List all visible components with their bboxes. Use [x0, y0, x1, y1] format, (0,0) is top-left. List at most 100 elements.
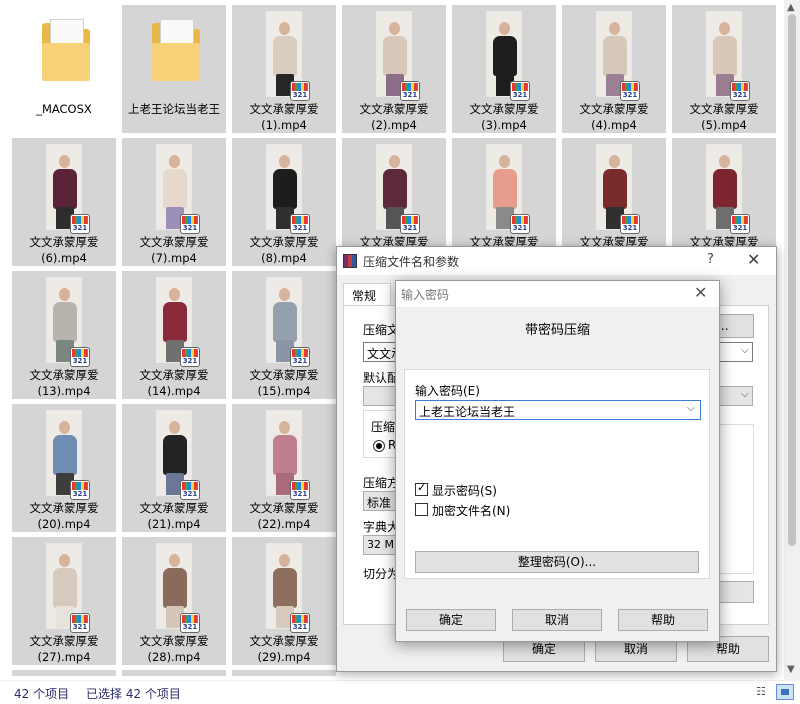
- file-name: 文文承蒙厚爱(13).mp4: [29, 368, 99, 398]
- file-name: 文文承蒙厚爱(1).mp4: [249, 102, 319, 132]
- video-file-tile[interactable]: 321 文文承蒙厚爱(14).mp4: [122, 271, 226, 399]
- video-file-tile[interactable]: 321 文文承蒙厚爱(29).mp4: [232, 537, 336, 665]
- media-player-icon: 321: [400, 214, 420, 234]
- video-file-tile[interactable]: 321 文文承蒙厚爱(13).mp4: [12, 271, 116, 399]
- media-player-icon: 321: [70, 480, 90, 500]
- media-player-icon: 321: [620, 214, 640, 234]
- close-icon[interactable]: ✕: [747, 250, 760, 269]
- close-icon[interactable]: ✕: [694, 283, 707, 302]
- video-file-tile[interactable]: 321 文文承蒙厚爱(1).mp4: [232, 5, 336, 133]
- media-player-icon: 321: [510, 81, 530, 101]
- folder-icon: [152, 19, 200, 81]
- file-name: _MACOSX: [36, 102, 92, 116]
- file-name: 文文承蒙厚爱(14).mp4: [139, 368, 209, 398]
- file-name: 文文承蒙厚爱(22).mp4: [249, 501, 319, 531]
- media-player-icon: 321: [510, 214, 530, 234]
- media-player-icon: 321: [290, 480, 310, 500]
- file-name: 文文承蒙厚爱(28).mp4: [139, 634, 209, 664]
- video-file-tile[interactable]: 321 文文承蒙厚爱(3).mp4: [452, 5, 556, 133]
- method-label: 压缩方: [363, 476, 400, 490]
- video-file-tile[interactable]: 321 文文承蒙厚爱(22).mp4: [232, 404, 336, 532]
- folder-icon: [42, 19, 90, 81]
- file-name: 文文承蒙厚爱(7).mp4: [139, 235, 209, 265]
- video-file-tile[interactable]: 321 文文承蒙厚爱(2).mp4: [342, 5, 446, 133]
- file-name: 文文承蒙厚爱(2).mp4: [359, 102, 429, 132]
- password-dialog: 输入密码 ✕ 带密码压缩 输入密码(E) 上老王论坛当老王 ⌵ ✓ 显示密码(S…: [395, 280, 720, 642]
- large-icons-view-icon[interactable]: [776, 684, 794, 700]
- media-player-icon: 321: [180, 347, 200, 367]
- cancel-button[interactable]: 取消: [512, 609, 602, 631]
- winrar-icon: [343, 254, 357, 268]
- media-player-icon: 321: [620, 81, 640, 101]
- chevron-down-icon[interactable]: ⌵: [741, 389, 749, 400]
- scrollbar-thumb[interactable]: [788, 14, 796, 546]
- video-file-tile[interactable]: 321 文文承蒙厚爱(8).mp4: [232, 138, 336, 266]
- password-input[interactable]: 上老王论坛当老王: [415, 400, 701, 420]
- file-name: 文文承蒙厚爱(15).mp4: [249, 368, 319, 398]
- show-password-label: 显示密码(S): [432, 484, 497, 498]
- media-player-icon: 321: [290, 613, 310, 633]
- password-value: 上老王论坛当老王: [419, 405, 516, 419]
- file-name: 文文承蒙厚爱(21).mp4: [139, 501, 209, 531]
- file-name: 文文承蒙厚爱(6).mp4: [29, 235, 99, 265]
- video-file-tile[interactable]: 321 文文承蒙厚爱(27).mp4: [12, 537, 116, 665]
- media-player-icon: 321: [290, 214, 310, 234]
- video-file-tile[interactable]: 321 文文承蒙厚爱(20).mp4: [12, 404, 116, 532]
- password-dialog-heading: 带密码压缩: [524, 323, 590, 338]
- file-name: 文文承蒙厚爱(20).mp4: [29, 501, 99, 531]
- password-dialog-title: 输入密码: [401, 288, 450, 302]
- method-value: 标准: [367, 496, 392, 510]
- media-player-icon: 321: [70, 347, 90, 367]
- scroll-up-icon[interactable]: ▲: [787, 2, 795, 13]
- file-name: 文文承蒙厚爱(29).mp4: [249, 634, 319, 664]
- video-file-tile[interactable]: 321 文文承蒙厚爱(21).mp4: [122, 404, 226, 532]
- media-player-icon: 321: [400, 81, 420, 101]
- encrypt-filenames-checkbox[interactable]: [415, 503, 428, 516]
- file-name: 文文承蒙厚爱(8).mp4: [249, 235, 319, 265]
- video-file-tile[interactable]: 321 文文承蒙厚爱(5).mp4: [672, 5, 776, 133]
- chevron-down-icon[interactable]: ⌵: [741, 345, 749, 356]
- show-password-checkbox[interactable]: ✓: [415, 481, 428, 496]
- checkmark-icon: ✓: [417, 481, 427, 494]
- password-panel: 输入密码(E) 上老王论坛当老王 ⌵ ✓ 显示密码(S) 加密文件名(N) 整理…: [404, 369, 710, 579]
- media-player-icon: 321: [70, 613, 90, 633]
- chevron-down-icon[interactable]: ⌵: [687, 403, 695, 414]
- format-radio[interactable]: [373, 440, 385, 452]
- item-count: 42 个项目: [14, 687, 70, 701]
- folder-tile[interactable]: 上老王论坛当老王: [122, 5, 226, 133]
- password-dialog-titlebar: 输入密码 ✕: [396, 281, 719, 307]
- details-view-icon[interactable]: ☷: [756, 685, 772, 699]
- help-icon[interactable]: ?: [707, 252, 714, 267]
- split-volumes-label: 切分为: [363, 567, 400, 581]
- file-name: 文文承蒙厚爱(5).mp4: [689, 102, 759, 132]
- archive-name-label: 压缩文: [363, 323, 400, 337]
- scroll-down-icon[interactable]: ▼: [787, 664, 795, 675]
- video-file-tile[interactable]: 321 文文承蒙厚爱(15).mp4: [232, 271, 336, 399]
- video-file-tile[interactable]: [122, 670, 226, 676]
- file-name: 上老王论坛当老王: [128, 102, 220, 116]
- video-file-tile[interactable]: 321 文文承蒙厚爱(7).mp4: [122, 138, 226, 266]
- dictionary-size-label: 字典大: [363, 520, 400, 534]
- video-file-tile[interactable]: [232, 670, 336, 676]
- format-group-label: 压缩: [371, 420, 396, 434]
- dialog-titlebar: 压缩文件名和参数 ? ✕: [337, 247, 776, 275]
- video-file-tile[interactable]: [12, 670, 116, 676]
- help-button[interactable]: 帮助: [618, 609, 708, 631]
- default-profile-label: 默认配: [363, 371, 400, 385]
- media-player-icon: 321: [70, 214, 90, 234]
- file-name: 文文承蒙厚爱(4).mp4: [579, 102, 649, 132]
- selected-count: 已选择 42 个项目: [86, 687, 181, 701]
- media-player-icon: 321: [180, 480, 200, 500]
- organize-passwords-button[interactable]: 整理密码(O)...: [415, 551, 699, 573]
- ok-button[interactable]: 确定: [406, 609, 496, 631]
- media-player-icon: 321: [730, 214, 750, 234]
- media-player-icon: 321: [180, 214, 200, 234]
- video-file-tile[interactable]: 321 文文承蒙厚爱(4).mp4: [562, 5, 666, 133]
- video-file-tile[interactable]: 321 文文承蒙厚爱(6).mp4: [12, 138, 116, 266]
- file-name: 文文承蒙厚爱(27).mp4: [29, 634, 99, 664]
- tab-general[interactable]: 常规: [343, 283, 391, 307]
- media-player-icon: 321: [180, 613, 200, 633]
- video-file-tile[interactable]: 321 文文承蒙厚爱(28).mp4: [122, 537, 226, 665]
- vertical-scrollbar[interactable]: ▲ ▼: [784, 0, 800, 680]
- folder-tile[interactable]: _MACOSX: [12, 5, 116, 133]
